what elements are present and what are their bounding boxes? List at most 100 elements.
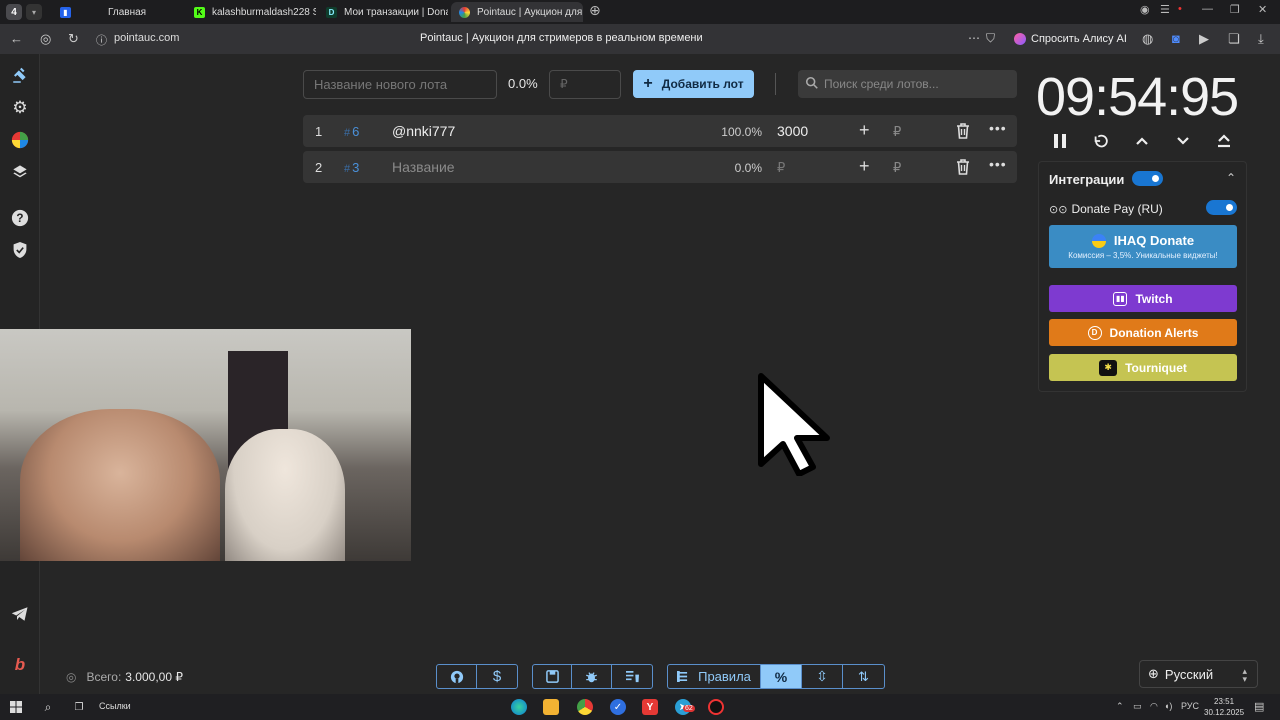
lot-name[interactable]: Название	[392, 159, 455, 175]
protect-icon[interactable]: ◎	[40, 31, 51, 47]
notifications-icon[interactable]: ▤	[1254, 700, 1264, 713]
save-icon[interactable]	[533, 665, 572, 688]
search-icon[interactable]: ⌕	[40, 699, 56, 715]
task-view-icon[interactable]: ❐	[71, 699, 87, 715]
lot-name[interactable]: @nnki777	[392, 123, 455, 139]
reset-icon[interactable]	[1090, 130, 1112, 152]
help-icon[interactable]: ?	[10, 208, 30, 228]
ihaq-donate-button[interactable]: IHAQ Donate Комиссия – 3,5%. Уникальные …	[1049, 225, 1237, 268]
edge-icon[interactable]	[511, 699, 527, 715]
lot-amount[interactable]: 3000	[777, 123, 808, 139]
sort-arrows-icon[interactable]: ⇅	[843, 665, 884, 688]
obs-icon[interactable]	[708, 699, 724, 715]
tab-donate-transactions[interactable]: D Мои транзакции | Donate	[318, 2, 448, 22]
new-lot-name-input[interactable]: Название нового лота	[303, 70, 497, 99]
twitch-icon: ▮▮	[1113, 291, 1128, 306]
clear-list-icon[interactable]	[612, 665, 652, 688]
back-arrow-icon[interactable]: ←	[10, 31, 23, 46]
boosty-icon[interactable]: b	[10, 655, 30, 675]
tourniquet-button[interactable]: ✱ Tourniquet	[1049, 354, 1237, 381]
url-text[interactable]: pointauc.com	[114, 32, 179, 44]
bookmark-icon[interactable]: ⛉	[986, 31, 995, 46]
minimize-icon[interactable]: —	[1202, 3, 1213, 15]
downloads-icon[interactable]: ⤓	[1258, 31, 1264, 47]
rules-list-icon	[677, 671, 688, 682]
layers-icon[interactable]	[10, 162, 30, 182]
new-lot-amount-input[interactable]: ₽	[549, 70, 621, 99]
shield-check-icon[interactable]	[10, 240, 30, 260]
telegram-icon[interactable]	[10, 604, 30, 624]
alice-icon	[1014, 33, 1026, 45]
percent-toggle-icon[interactable]: %	[761, 665, 802, 688]
language-value: Русский	[1164, 666, 1214, 682]
lot-row[interactable]: 1 #6 @nnki777 100.0% 3000 + ₽ •••	[303, 115, 1017, 147]
wifi-icon[interactable]: ◠	[1150, 701, 1158, 712]
donate-pay-toggle[interactable]	[1206, 200, 1237, 215]
rules-button[interactable]: Правила	[668, 665, 761, 688]
add-amount-plus-icon[interactable]: +	[859, 156, 870, 177]
reload-icon[interactable]: ↻	[68, 31, 79, 47]
more-options-icon[interactable]: •••	[989, 156, 1007, 172]
tab-pointauc[interactable]: Pointauc | Аукцион для ✕	[451, 2, 583, 22]
input-lang[interactable]: РУС	[1181, 701, 1199, 711]
media-icon[interactable]: ▶	[1199, 31, 1209, 47]
tab-kick-stream[interactable]: K kalashburmaldash228 Stre	[186, 2, 316, 22]
total-value: 3.000,00 ₽	[125, 670, 183, 684]
wheel-chart-icon[interactable]	[10, 130, 30, 150]
add-amount-plus-icon[interactable]: +	[859, 120, 870, 141]
restore-icon[interactable]: ❐	[1230, 3, 1240, 16]
chevron-up-icon[interactable]	[1131, 130, 1153, 152]
translate-icon[interactable]: ◍	[1142, 31, 1153, 47]
integrations-toggle[interactable]	[1132, 171, 1163, 186]
donation-alerts-button[interactable]: D Donation Alerts	[1049, 319, 1237, 346]
links-toolbar-label[interactable]: Ссылки	[99, 701, 131, 711]
github-icon[interactable]	[437, 665, 477, 688]
menu-hamburger-icon[interactable]: ☰	[1160, 3, 1170, 16]
pause-icon[interactable]	[1049, 130, 1071, 152]
chrome-icon[interactable]	[577, 699, 593, 715]
search-placeholder: Поиск среди лотов...	[824, 77, 939, 91]
lot-search-input[interactable]: Поиск среди лотов...	[798, 70, 1017, 98]
more-options-icon[interactable]: •••	[989, 120, 1007, 136]
site-info-icon[interactable]: ⓘ	[96, 32, 107, 48]
twitch-button[interactable]: ▮▮ Twitch	[1049, 285, 1237, 312]
collapse-chevron-up-icon[interactable]: ⌃	[1226, 171, 1236, 185]
delete-trash-icon[interactable]	[956, 159, 970, 175]
app-check-icon[interactable]: ✓	[610, 699, 626, 715]
language-select[interactable]: ⊕ Русский ▴ ▾	[1139, 660, 1258, 688]
tray-chevron-up-icon[interactable]: ⌃	[1116, 701, 1124, 712]
more-dots-icon[interactable]: ⋯	[968, 31, 980, 45]
home-tab-favicon-icon: ▮	[60, 6, 71, 18]
ask-alice-button[interactable]: Спросить Алису AI	[1008, 28, 1133, 50]
collections-icon[interactable]: ❏	[1228, 31, 1240, 47]
donate-pay-row: ⊙⊙ Donate Pay (RU)	[1049, 202, 1163, 216]
lot-amount[interactable]: ₽	[777, 160, 785, 176]
chevron-down-icon[interactable]	[1172, 130, 1194, 152]
volume-icon[interactable]: ◖)	[1164, 701, 1172, 711]
close-window-icon[interactable]: ✕	[1258, 3, 1267, 16]
tab-home[interactable]: ▮ Главная	[52, 2, 184, 22]
hide-eye-icon[interactable]: ◎	[66, 670, 76, 684]
double-up-icon[interactable]	[1213, 130, 1235, 152]
compress-icon[interactable]: ⇳	[802, 665, 843, 688]
tab-list-chevron-icon[interactable]: ▾	[26, 4, 42, 20]
delete-trash-icon[interactable]	[956, 123, 970, 139]
donate-pay-label: Donate Pay (RU)	[1071, 202, 1163, 216]
donate-dollar-icon[interactable]: $	[477, 665, 517, 688]
file-explorer-icon[interactable]	[543, 699, 559, 715]
alice-label: Спросить Алису AI	[1031, 33, 1127, 45]
tab-count-badge[interactable]: 4	[6, 4, 22, 20]
extension-icon[interactable]: ◙	[1172, 31, 1180, 46]
settings-gear-icon[interactable]: ⚙	[10, 98, 30, 118]
donate-pay-icon: ⊙⊙	[1049, 203, 1068, 216]
start-windows-icon[interactable]	[8, 699, 24, 715]
auction-hammer-icon[interactable]	[10, 66, 30, 86]
system-clock[interactable]: 23:51 30.12.2025	[1204, 696, 1244, 718]
tray-app-icon[interactable]: ▭	[1133, 701, 1142, 712]
new-tab-plus-icon[interactable]: ⊕	[589, 2, 601, 19]
add-lot-button[interactable]: + Добавить лот	[633, 70, 754, 98]
bug-icon[interactable]	[572, 665, 612, 688]
profile-avatar-icon[interactable]: ◉	[1140, 3, 1150, 16]
yandex-browser-icon[interactable]: Y	[642, 699, 658, 715]
lot-row[interactable]: 2 #3 Название 0.0% ₽ + ₽ •••	[303, 151, 1017, 183]
